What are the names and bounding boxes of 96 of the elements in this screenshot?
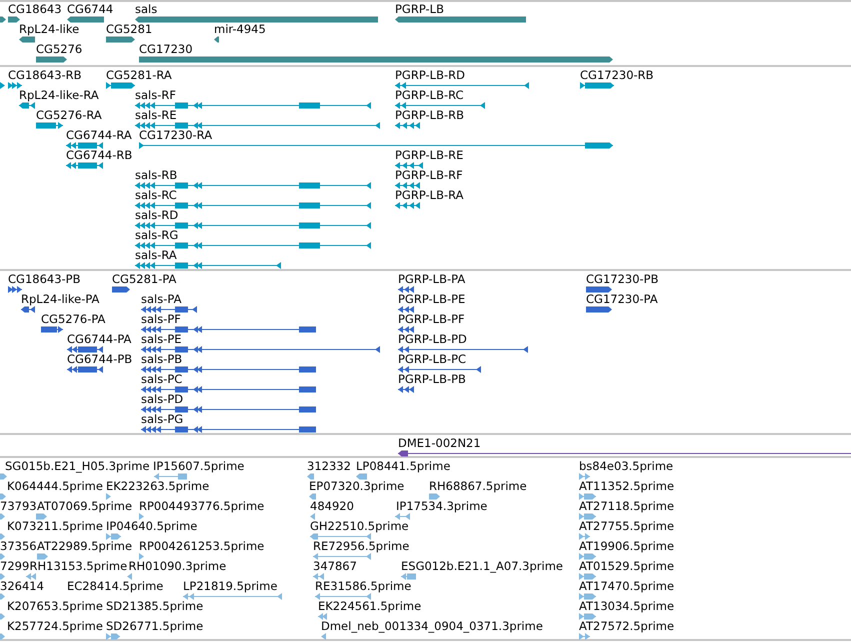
feature-label: RE72956.5prime: [313, 539, 410, 553]
feature-label: sals-RC: [135, 188, 177, 202]
feature-label: 7299: [0, 559, 30, 573]
feature-label: PGRP-LB-PD: [398, 332, 467, 346]
feature-label: LP08441.5prime: [356, 459, 450, 473]
feature-label: PGRP-LB-RF: [395, 168, 463, 182]
feature-label: CG5281-PA: [112, 272, 176, 286]
feature-label: AT27755.5prime: [579, 519, 674, 533]
feature-label: AT13034.5prime: [579, 599, 674, 613]
feature-label: AT22989.5prime: [37, 539, 132, 553]
feature-label: RP004493776.5prime: [139, 499, 264, 513]
feature-label: CG17230-PB: [586, 272, 658, 286]
feature-label: CG17230-RB: [580, 68, 654, 82]
feature-label: SD26771.5prime: [106, 619, 204, 633]
feature-label: PGRP-LB-RB: [395, 108, 464, 122]
feature-label: K064444.5prime: [7, 479, 103, 493]
feature-label: CG18643-RB: [8, 68, 82, 82]
feature-label: IP04640.5prime: [106, 519, 198, 533]
feature-label: mir-4945: [214, 22, 266, 36]
feature-label: SG015b.E21_H05.3prime: [5, 459, 150, 473]
feature-label: LP21819.5prime: [183, 579, 278, 593]
feature-label: RpL24-like-PA: [21, 292, 100, 306]
feature-label: 312332: [307, 459, 351, 473]
feature-label: K073211.5prime: [7, 519, 103, 533]
feature-label: K257724.5prime: [7, 619, 103, 633]
feature-label: sals-PG: [141, 412, 184, 426]
feature-label: CG18643: [8, 2, 62, 16]
feature-label: sals: [135, 2, 158, 16]
feature-label: sals-PB: [141, 352, 182, 366]
feature-label: sals-RE: [135, 108, 177, 122]
feature-label: EK224561.5prime: [318, 599, 422, 613]
feature-label: IP15607.5prime: [153, 459, 244, 473]
feature-label: 484920: [310, 499, 354, 513]
feature-label: RH68867.5prime: [429, 479, 527, 493]
feature-label: PGRP-LB-RD: [395, 68, 465, 82]
feature-label: CG5281: [106, 22, 152, 36]
feature-label: sals-RG: [135, 228, 178, 242]
feature-label: RpL24-like-RA: [19, 88, 99, 102]
feature-label: CG17230: [139, 42, 193, 56]
feature-label: PGRP-LB-PF: [398, 312, 465, 326]
feature-label: CG18643-PB: [8, 272, 80, 286]
feature-label: bs84e03.5prime: [579, 459, 674, 473]
feature-label: PGRP-LB: [395, 2, 444, 16]
feature-label: EK223263.5prime: [106, 479, 210, 493]
feature-label: sals-RB: [135, 168, 178, 182]
feature-label: AT11352.5prime: [579, 479, 674, 493]
feature-label: CG6744-RA: [66, 128, 132, 142]
feature-label: PGRP-LB-PA: [398, 272, 466, 286]
feature-label: 73793: [0, 499, 37, 513]
feature-label: ESG012b.E21.1_A07.3prime: [401, 559, 563, 573]
feature-label: IP17534.3prime: [396, 499, 488, 513]
feature-label: GH22510.5prime: [310, 519, 409, 533]
feature-label: sals-PE: [141, 332, 182, 346]
feature-label: RE31586.5prime: [315, 579, 412, 593]
feature-label: AT07069.5prime: [37, 499, 132, 513]
feature-label: 347867: [313, 559, 357, 573]
feature-label: K207653.5prime: [7, 599, 103, 613]
feature-label: PGRP-LB-RA: [395, 188, 464, 202]
feature-label: CG6744-PA: [67, 332, 132, 346]
feature-label: sals-PF: [141, 312, 181, 326]
feature-label: AT17470.5prime: [579, 579, 674, 593]
feature-label: RH01090.3prime: [128, 559, 226, 573]
feature-label: RH13153.5prime: [30, 559, 128, 573]
feature-label: 326414: [0, 579, 44, 593]
feature-label: PGRP-LB-PC: [398, 352, 466, 366]
feature-label: AT27572.5prime: [579, 619, 674, 633]
feature-label: Dmel_neb_001334_0904_0371.3prime: [321, 619, 543, 633]
feature-label: sals-PD: [141, 392, 184, 406]
feature-label: CG6744: [67, 2, 114, 16]
feature-label: EP07320.3prime: [309, 479, 404, 493]
feature-label: SD21385.5prime: [106, 599, 204, 613]
feature-label: CG5276-PA: [41, 312, 106, 326]
feature-label: CG5276: [36, 42, 82, 56]
feature-label: CG6744-RB: [66, 148, 132, 162]
feature-label: CG5281-RA: [106, 68, 172, 82]
feature-label: AT27118.5prime: [579, 499, 674, 513]
feature-label: RP004261253.5prime: [139, 539, 264, 553]
feature-label: sals-RD: [135, 208, 178, 222]
feature-label: sals-PC: [141, 372, 182, 386]
feature-label: CG6744-PB: [67, 352, 132, 366]
feature-label: sals-PA: [141, 292, 182, 306]
feature-label: PGRP-LB-PE: [398, 292, 466, 306]
feature-label: sals-RA: [135, 248, 177, 262]
feature-label: PGRP-LB-RE: [395, 148, 464, 162]
feature-label: AT19906.5prime: [579, 539, 674, 553]
feature-label: PGRP-LB-RC: [395, 88, 464, 102]
feature-label: EC28414.5prime: [67, 579, 164, 593]
feature-label: CG5276-RA: [36, 108, 102, 122]
feature-label: CG17230-PA: [586, 292, 658, 306]
feature-label: AT01529.5prime: [579, 559, 674, 573]
feature-label: RpL24-like: [19, 22, 80, 36]
feature-label: CG17230-RA: [139, 128, 212, 142]
feature-label: sals-RF: [135, 88, 176, 102]
feature-label: PGRP-LB-PB: [398, 372, 466, 386]
feature-label: DME1-002N21: [398, 436, 481, 450]
feature-label: 37356: [0, 539, 37, 553]
